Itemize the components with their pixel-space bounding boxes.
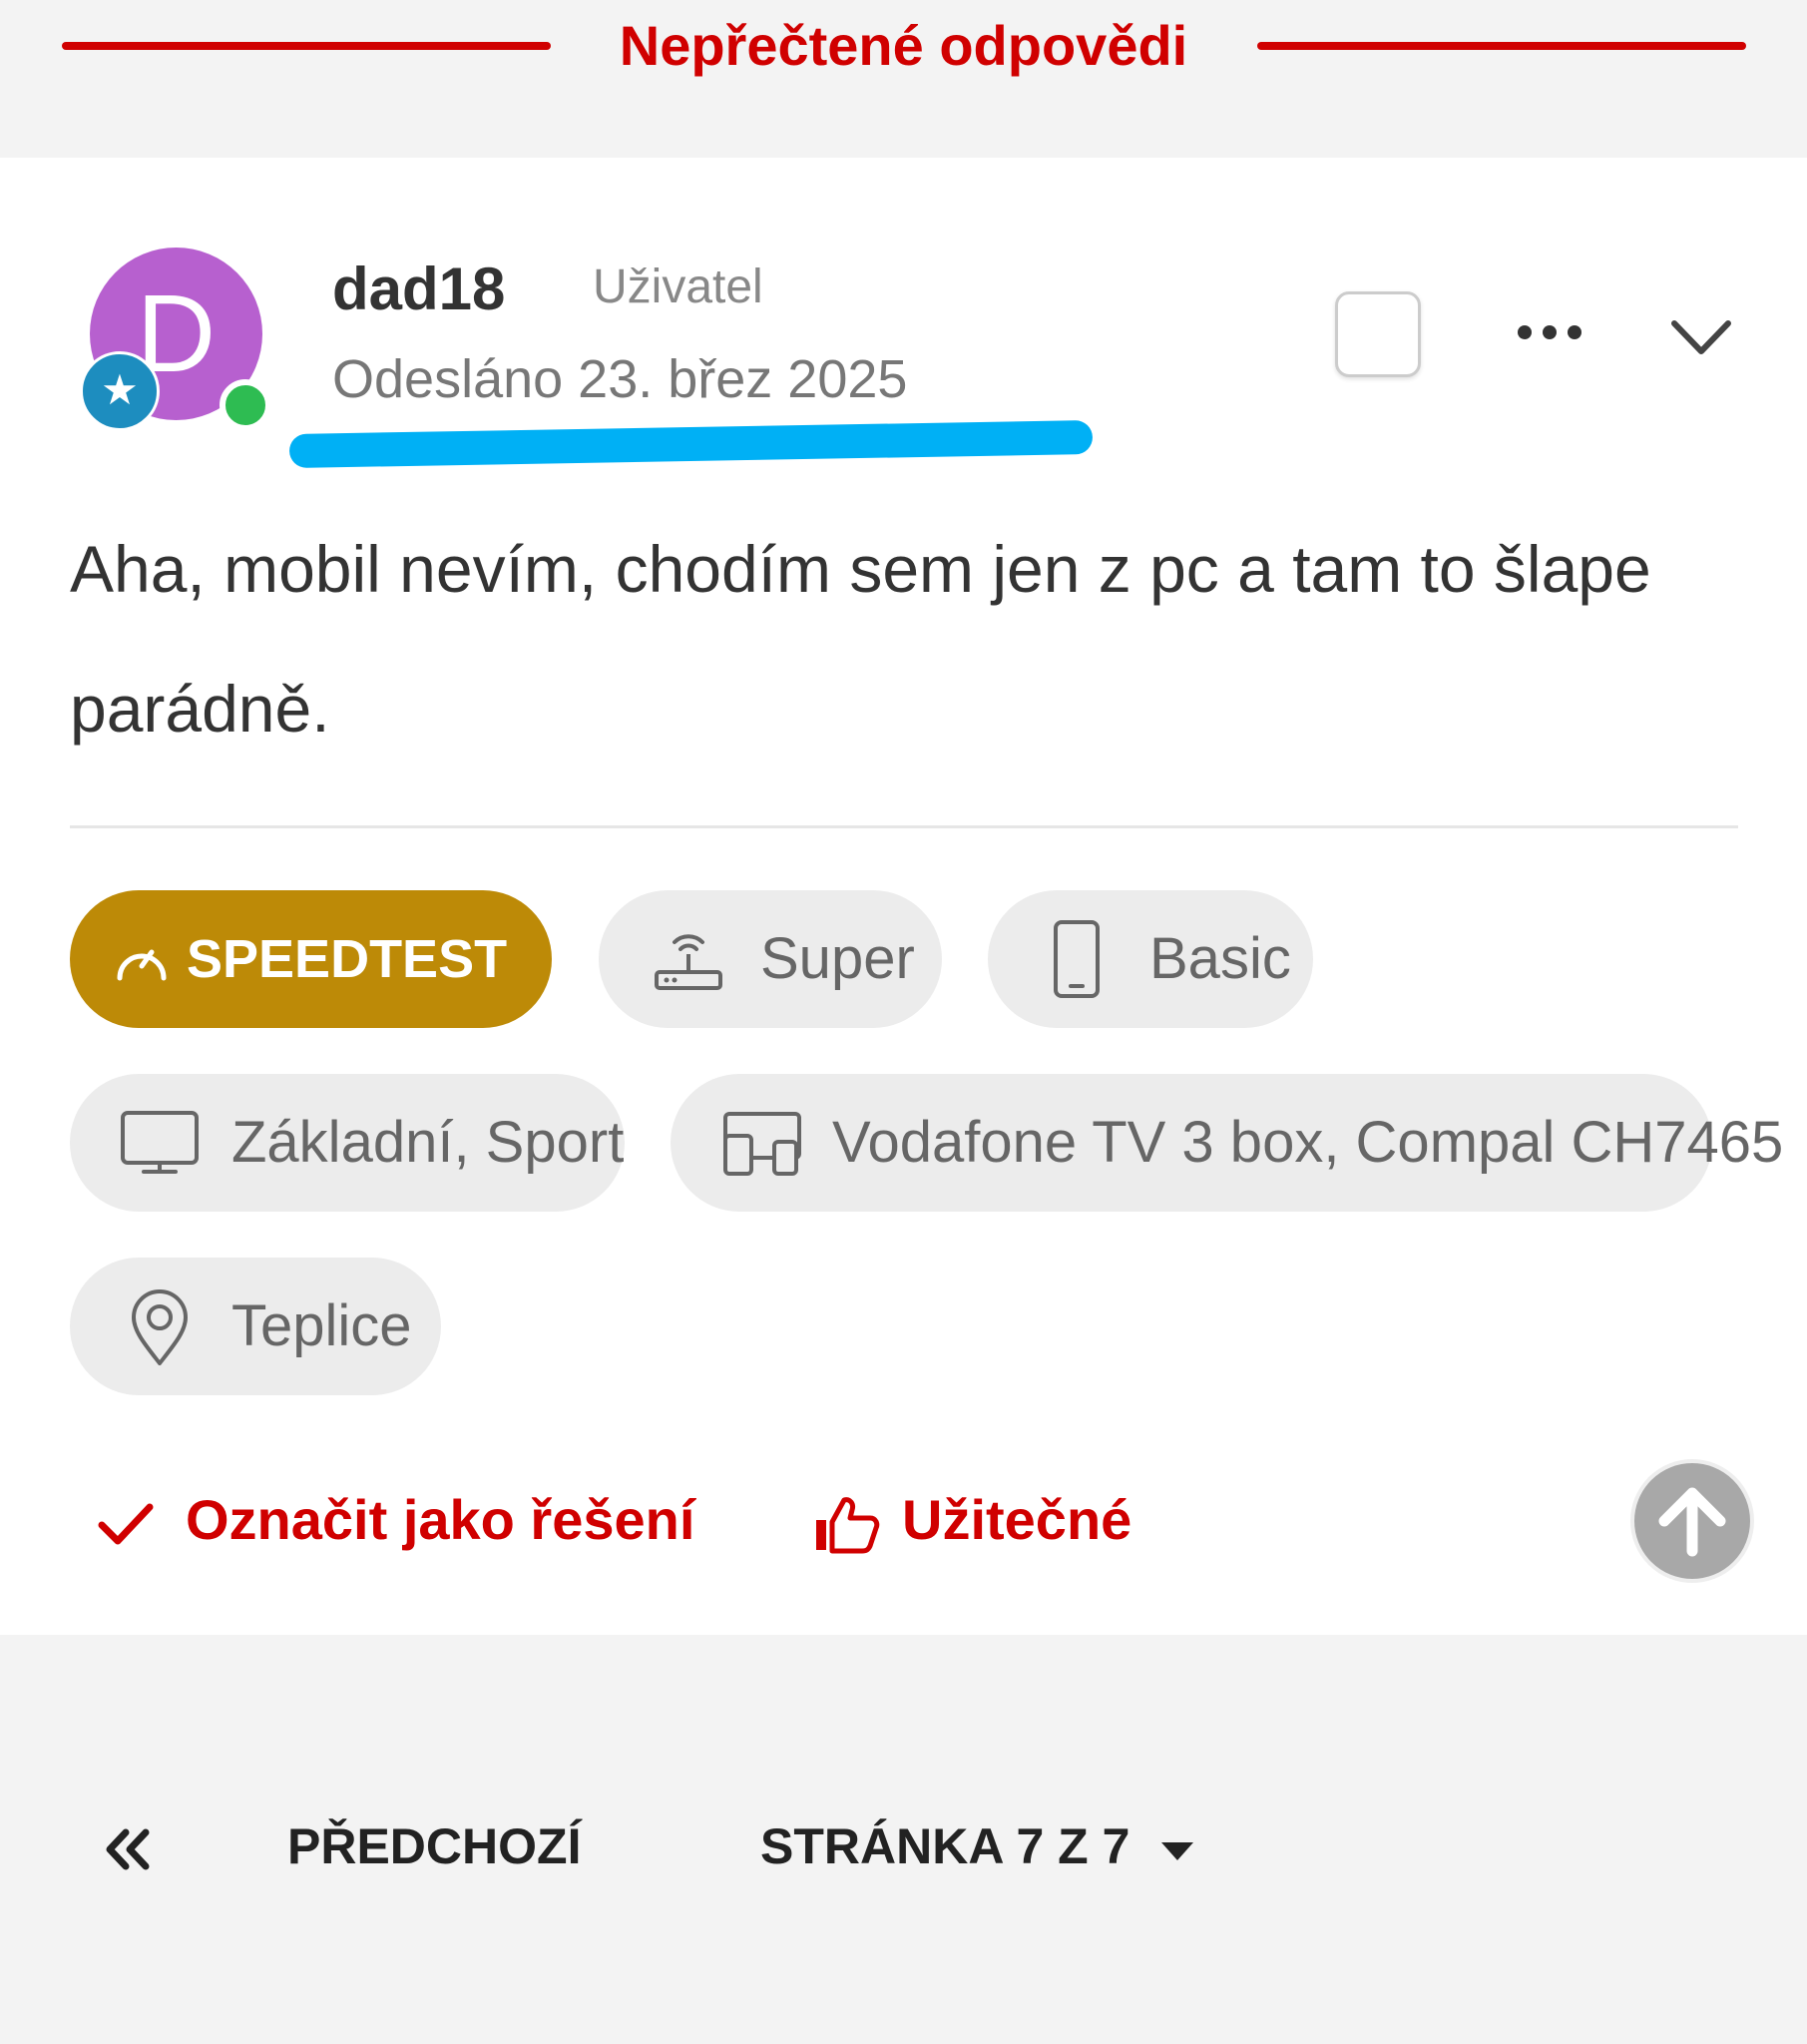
page-title: Nepřečtené odpovědi xyxy=(619,14,1188,77)
mobile-label: Basic xyxy=(1149,926,1291,991)
location-tag[interactable]: Teplice xyxy=(70,1258,441,1395)
mark-solution-button[interactable]: Označit jako řešení xyxy=(96,1485,694,1555)
phone-icon xyxy=(1054,920,1100,998)
arrow-up-icon xyxy=(1658,1487,1726,1557)
tv-icon xyxy=(121,1111,199,1174)
helpful-button[interactable]: Užitečné xyxy=(812,1485,1131,1555)
online-status-indicator xyxy=(220,379,271,431)
location-pin-icon xyxy=(132,1289,188,1365)
scroll-top-button[interactable] xyxy=(1630,1459,1754,1583)
previous-page-link[interactable]: PŘEDCHOZÍ xyxy=(287,1814,581,1878)
router-icon xyxy=(655,934,722,990)
check-icon xyxy=(98,1503,154,1545)
location-label: Teplice xyxy=(231,1293,412,1358)
chevron-down-icon[interactable] xyxy=(1666,311,1736,361)
devices-label: Vodafone TV 3 box, Compal CH7465 xyxy=(832,1110,1784,1175)
double-chevron-left-icon[interactable] xyxy=(100,1824,154,1874)
devices-icon xyxy=(723,1112,801,1176)
tv-label: Základní, Sport xyxy=(231,1110,625,1175)
star-badge-icon: ★ xyxy=(80,351,160,431)
helpful-label: Užitečné xyxy=(902,1488,1132,1551)
internet-tag[interactable]: Super xyxy=(599,890,942,1028)
speedtest-tag[interactable]: SPEEDTEST xyxy=(70,890,552,1028)
post-date: Odesláno 23. břez 2025 xyxy=(332,349,908,409)
select-checkbox[interactable] xyxy=(1335,291,1421,377)
speedtest-label: SPEEDTEST xyxy=(187,929,508,989)
speedometer-icon xyxy=(117,949,167,981)
tv-tag[interactable]: Základní, Sport xyxy=(70,1074,625,1212)
username-link[interactable]: dad18 xyxy=(332,255,505,324)
thumbs-up-icon xyxy=(816,1497,880,1554)
internet-label: Super xyxy=(760,926,915,991)
caret-down-icon xyxy=(1161,1841,1194,1860)
post-body: Aha, mobil nevím, chodím sem jen z pc a … xyxy=(70,532,1651,746)
more-icon[interactable] xyxy=(1515,317,1584,347)
page-selector-label: STRÁNKA 7 Z 7 xyxy=(760,1818,1130,1874)
user-role: Uživatel xyxy=(593,260,763,313)
divider xyxy=(70,825,1738,828)
mark-solution-label: Označit jako řešení xyxy=(186,1488,695,1551)
mobile-tag[interactable]: Basic xyxy=(988,890,1313,1028)
devices-tag[interactable]: Vodafone TV 3 box, Compal CH7465 xyxy=(671,1074,1783,1212)
page-selector[interactable]: STRÁNKA 7 Z 7 xyxy=(760,1814,1197,1878)
